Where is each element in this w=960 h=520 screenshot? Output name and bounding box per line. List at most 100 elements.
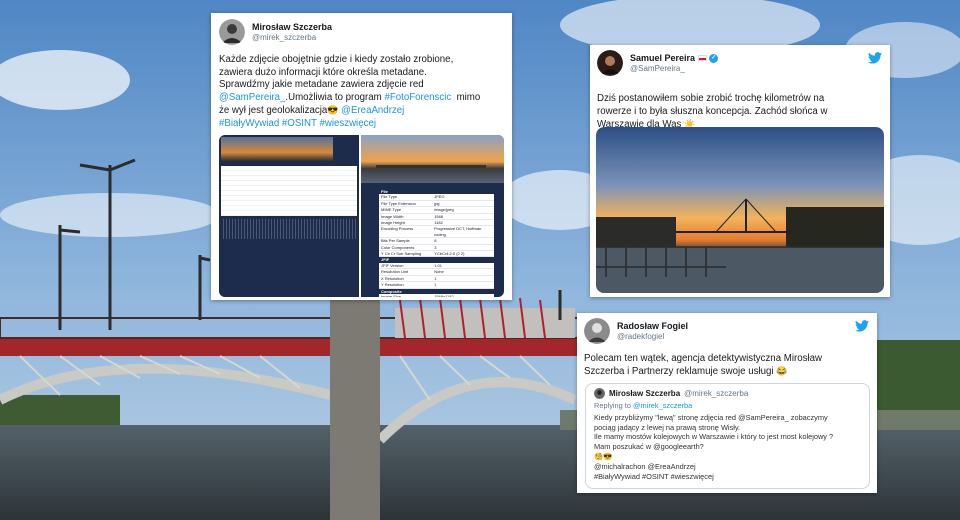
- quoted-text-line: Ile mamy mostów kolejowych w Warszawie i…: [594, 432, 834, 442]
- exif-rows: File Type JPEG File Type Extension jpg MIME …: [379, 194, 494, 258]
- author-name[interactable]: Radosław Fogiel: [617, 321, 688, 332]
- quoted-text-line: @michalrachon @EreaAndrzej: [594, 461, 696, 471]
- quoted-author-handle[interactable]: @mirek_szczerba: [684, 389, 748, 399]
- verified-badge-icon: ✓: [709, 53, 719, 63]
- composite-rows: Image Size 1568x1182: [379, 294, 494, 297]
- exif-value: 3: [434, 244, 437, 250]
- tweet-text-line: Dziś postanowiłem sobie zrobić trochę ki…: [597, 93, 825, 104]
- avatar[interactable]: [594, 388, 605, 399]
- exif-value: 1: [434, 275, 437, 281]
- quoted-tweet[interactable]: Mirosław Szczerba @mirek_szczerba Replyi…: [585, 383, 870, 489]
- tweet-text-line: że wył jest geolokalizacja😎 @EreaAndrzej: [219, 104, 504, 118]
- jfif-rows: JFIF Version 1.01 Resolution Unit None X Res…: [379, 263, 494, 289]
- exif-key: Encoding Process: [381, 226, 414, 232]
- avatar[interactable]: [597, 50, 623, 76]
- avatar[interactable]: [219, 19, 245, 45]
- author-handle[interactable]: @mirek_szczerba: [252, 33, 332, 43]
- tweet-text-line: #BiałyWywiad #OSINT #wieszwięcej: [219, 118, 504, 131]
- sunset-photo: [361, 135, 504, 183]
- mention-link[interactable]: @EreaAndrzej: [341, 105, 404, 116]
- avatar[interactable]: [584, 318, 610, 344]
- exif-value: 8: [434, 238, 437, 244]
- tweet-text: Dziś postanowiłem sobie zrobić trochę ki…: [597, 92, 883, 131]
- exif-key: Y Cb Cr Sub Sampling: [381, 251, 422, 257]
- exif-key: X Resolution: [381, 275, 404, 281]
- sunglasses-emoji-icon: 😎: [327, 105, 339, 116]
- exif-value: image/jpeg: [434, 207, 454, 213]
- exif-key: Image Width: [381, 213, 404, 219]
- exif-value: YCbCr4:2:0 (2 2): [434, 251, 465, 257]
- tweet-text-line: Szczerba i Partnerzy reklamuje swoje usł…: [584, 365, 870, 378]
- exif-key: JFIF Version: [381, 262, 404, 268]
- hashtag-link[interactable]: #OSINT: [282, 118, 317, 129]
- replying-to-link[interactable]: @mirek_szczerba: [633, 401, 692, 410]
- exif-value: jpg: [434, 200, 440, 206]
- tweet-text-line: @SamPereira_.Umożliwia to program #FotoF…: [219, 92, 504, 105]
- quoted-text-line: Mam poszukać w @googleearth?: [594, 442, 704, 452]
- tweet-text: Każde zdjęcie obojętnie gdzie i kiedy zo…: [219, 54, 504, 131]
- mention-link[interactable]: @SamPereira_: [219, 92, 285, 103]
- replying-to-label: Replying to: [594, 401, 634, 410]
- laughing-emoji-icon: 😂: [776, 366, 788, 376]
- exif-key: Bits Per Sample: [381, 238, 410, 244]
- quoted-tweet-header: Mirosław Szczerba @mirek_szczerba: [594, 388, 861, 399]
- tweet-card-szczerba[interactable]: Mirosław Szczerba @mirek_szczerba Każde …: [211, 13, 512, 300]
- tweet-header: Mirosław Szczerba @mirek_szczerba: [219, 19, 504, 45]
- tweet-header: Samuel Pereira ✓ @SamPereira_: [597, 50, 883, 76]
- tweet-text-line: Sprawdźmy jakie metadane zawiera zdjęcie…: [219, 79, 424, 91]
- exif-key: File Type Extension: [381, 200, 416, 206]
- tweet-text-line: Polecam ten wątek, agencja detektywistyc…: [584, 353, 822, 364]
- exif-value: 1182: [434, 220, 443, 226]
- quoted-text-line: pociąg jadący z lewej na prawą stronę Wi…: [594, 422, 741, 432]
- twitter-bird-icon[interactable]: [868, 52, 882, 64]
- author-name: Samuel Pereira ✓: [630, 53, 719, 64]
- hashtag-link[interactable]: #wieszwięcej: [319, 118, 376, 129]
- sunset-thumbnail: [221, 137, 333, 161]
- exif-key: Resolution Unit: [381, 269, 409, 275]
- replying-to: Replying to @mirek_szczerba: [594, 401, 861, 411]
- tweet-image-exif-screenshot[interactable]: [219, 135, 359, 297]
- exif-key: Y Resolution: [381, 282, 404, 288]
- exif-value: 1568: [434, 213, 444, 219]
- exif-key: Image Height: [381, 220, 405, 226]
- quoted-text-line: #BiałyWywiad #OSINT #wieszwięcej: [594, 471, 714, 481]
- exif-row: Image Size 1568x1182: [379, 294, 494, 297]
- author-handle[interactable]: @SamPereira_: [630, 64, 718, 74]
- exif-table: File File Type JPEG File Type Extension jpg…: [379, 189, 494, 297]
- tweet-image-exif-panel[interactable]: File File Type JPEG File Type Extension jpg…: [361, 135, 504, 297]
- poland-flag-icon: [697, 55, 707, 62]
- hashtag-link[interactable]: #FotoForenscic: [384, 92, 451, 103]
- exif-value: 1.01: [434, 262, 442, 268]
- metadata-table-image: [221, 166, 357, 216]
- tweet-text: Polecam ten wątek, agencja detektywistyc…: [584, 352, 870, 378]
- quoted-text-line: Kiedy przybliżymy "lewą" stronę zdjęcia …: [594, 412, 828, 422]
- hashtag-link[interactable]: #BiałyWywiad: [219, 118, 279, 129]
- tweet-image-sunset-bridge[interactable]: [596, 127, 884, 293]
- author-handle[interactable]: @radekfogiel: [617, 332, 688, 342]
- exif-value: Progressive DCT, Huffman coding: [434, 226, 482, 237]
- tweet-header: Radosław Fogiel @radekfogiel: [584, 318, 870, 344]
- tweet-text-fragment: .Umożliwia to program: [285, 91, 385, 103]
- exif-value: JPEG: [434, 194, 445, 200]
- tweet-text-fragment: że wył jest geolokalizacja: [219, 105, 328, 117]
- exif-key: Color Components: [381, 244, 415, 250]
- thinking-sunglasses-emoji-icon: 🧐😎: [594, 451, 613, 461]
- author-name-text[interactable]: Samuel Pereira: [630, 53, 695, 63]
- tweet-card-fogiel[interactable]: Radosław Fogiel @radekfogiel Polecam ten…: [577, 313, 877, 493]
- exif-row: Encoding Process Progressive DCT, Huffman…: [379, 226, 494, 239]
- tweet-text-line: rowerze i to była słuszna koncepcja. Zac…: [597, 106, 828, 117]
- metadata-footer-image: [221, 219, 357, 239]
- tweet-text-fragment: Szczerba i Partnerzy reklamuje swoje usł…: [584, 366, 774, 377]
- tweet-text-line: zawiera dużo informacji które określa me…: [219, 66, 427, 78]
- exif-value: None: [434, 269, 444, 275]
- exif-key: MIME Type: [381, 207, 402, 213]
- exif-key: Image Size: [381, 293, 402, 297]
- tweet-text-fragment: mimo: [451, 91, 481, 103]
- exif-value: 1: [434, 282, 437, 288]
- tweet-text-line: Każde zdjęcie obojętnie gdzie i kiedy zo…: [219, 54, 454, 65]
- twitter-bird-icon[interactable]: [855, 320, 869, 332]
- quoted-author-name[interactable]: Mirosław Szczerba: [609, 389, 680, 399]
- tweet-card-pereira[interactable]: Samuel Pereira ✓ @SamPereira_ Dziś posta…: [590, 45, 890, 297]
- author-name[interactable]: Mirosław Szczerba: [252, 22, 332, 33]
- exif-key: File Type: [381, 194, 398, 200]
